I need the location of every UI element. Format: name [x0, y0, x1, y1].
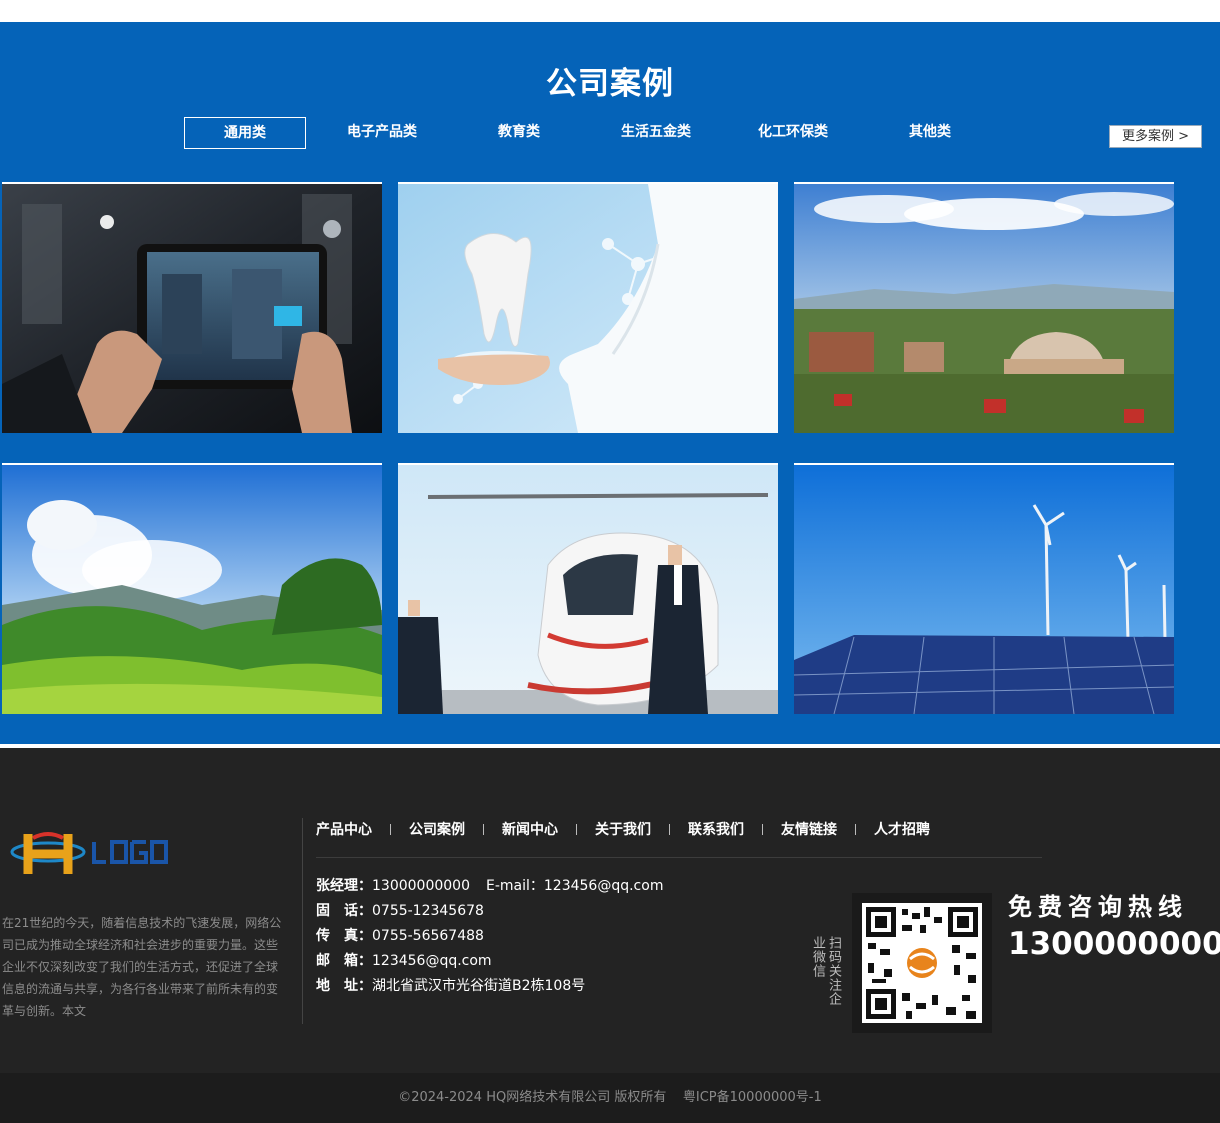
contact-row-address: 地 址：湖北省武汉市光谷街道B2栋108号: [316, 974, 663, 999]
company-logo[interactable]: [8, 830, 198, 878]
nav-products[interactable]: 产品中心: [316, 819, 372, 839]
nav-separator: [576, 823, 577, 835]
mail-value[interactable]: 123456@qq.com: [372, 953, 492, 969]
contact-row-fax: 传 真：0755-56567488: [316, 924, 663, 949]
fax-value: 0755-56567488: [372, 928, 484, 944]
village-landscape-photo: [794, 184, 1174, 433]
tel-value: 0755-12345678: [372, 903, 484, 919]
case-card[interactable]: [794, 463, 1174, 714]
site-footer: 在21世纪的今天，随着信息技术的飞速发展，网络公司已成为推动全球经济和社会进步的…: [0, 748, 1220, 1073]
case-card[interactable]: [398, 463, 778, 714]
tab-general[interactable]: 通用类: [184, 117, 306, 149]
case-card[interactable]: [2, 182, 382, 433]
tel-label: 固 话：: [316, 903, 372, 919]
tab-hardware[interactable]: 生活五金类: [595, 117, 717, 149]
contact-info: 张经理：13000000000 E-mail：123456@qq.com 固 话：…: [316, 874, 663, 999]
section-title: 公司案例: [546, 66, 674, 102]
case-card[interactable]: [794, 182, 1174, 433]
tab-chemical[interactable]: 化工环保类: [732, 117, 854, 149]
company-intro: 在21世纪的今天，随着信息技术的飞速发展，网络公司已成为推动全球经济和社会进步的…: [2, 916, 282, 1018]
nav-cases[interactable]: 公司案例: [409, 819, 465, 839]
copyright-bar: ©2024-2024 HQ网络技术有限公司 版权所有 粤ICP备10000000…: [0, 1073, 1220, 1123]
solar-wind-photo: [794, 465, 1174, 714]
contact-row-manager: 张经理：13000000000 E-mail：123456@qq.com: [316, 874, 663, 899]
mail-label: 邮 箱：: [316, 953, 372, 969]
tablet-factory-photo: [2, 184, 382, 433]
tea-hills-photo: [2, 465, 382, 714]
divider: [316, 857, 1042, 858]
nav-jobs[interactable]: 人才招聘: [874, 819, 930, 839]
email-value[interactable]: 123456@qq.com: [544, 878, 664, 894]
nav-about[interactable]: 关于我们: [595, 819, 651, 839]
nav-separator: [762, 823, 763, 835]
hotline-block: 免费咨询热线 13000000000: [1008, 890, 1220, 964]
fax-label: 传 真：: [316, 928, 372, 944]
nav-contact[interactable]: 联系我们: [688, 819, 744, 839]
nav-separator: [390, 823, 391, 835]
nav-separator: [855, 823, 856, 835]
case-card[interactable]: [398, 182, 778, 433]
contact-row-mail: 邮 箱：123456@qq.com: [316, 949, 663, 974]
address-label: 地 址：: [316, 978, 372, 994]
hotline-caption: 免费咨询热线: [1008, 893, 1188, 921]
cases-section: 公司案例 通用类 电子产品类 教育类 生活五金类 化工环保类 其他类 更多案例 …: [0, 22, 1220, 744]
nav-separator: [669, 823, 670, 835]
wechat-qr-code: [852, 893, 992, 1033]
hotline-number[interactable]: 13000000000: [1008, 924, 1220, 964]
nav-news[interactable]: 新闻中心: [502, 819, 558, 839]
more-cases-button[interactable]: 更多案例 >: [1109, 125, 1202, 148]
nav-separator: [483, 823, 484, 835]
nav-links[interactable]: 友情链接: [781, 819, 837, 839]
manager-label: 张经理：: [316, 878, 372, 894]
manager-phone: 13000000000: [372, 878, 470, 894]
footer-nav: 产品中心 公司案例 新闻中心 关于我们 联系我们 友情链接 人才招聘: [316, 818, 930, 840]
contact-row-tel: 固 话：0755-12345678: [316, 899, 663, 924]
divider: [302, 818, 303, 1024]
tooth-medical-photo: [398, 184, 778, 433]
scan-tip: 扫码关注企业微信: [810, 936, 841, 1006]
case-card[interactable]: [2, 463, 382, 714]
email-label: E-mail：: [485, 878, 544, 894]
helicopter-pilots-photo: [398, 465, 778, 714]
tab-other[interactable]: 其他类: [869, 117, 991, 149]
address-value: 湖北省武汉市光谷街道B2栋108号: [372, 978, 586, 994]
tab-electronics[interactable]: 电子产品类: [321, 117, 443, 149]
tab-education[interactable]: 教育类: [458, 117, 580, 149]
